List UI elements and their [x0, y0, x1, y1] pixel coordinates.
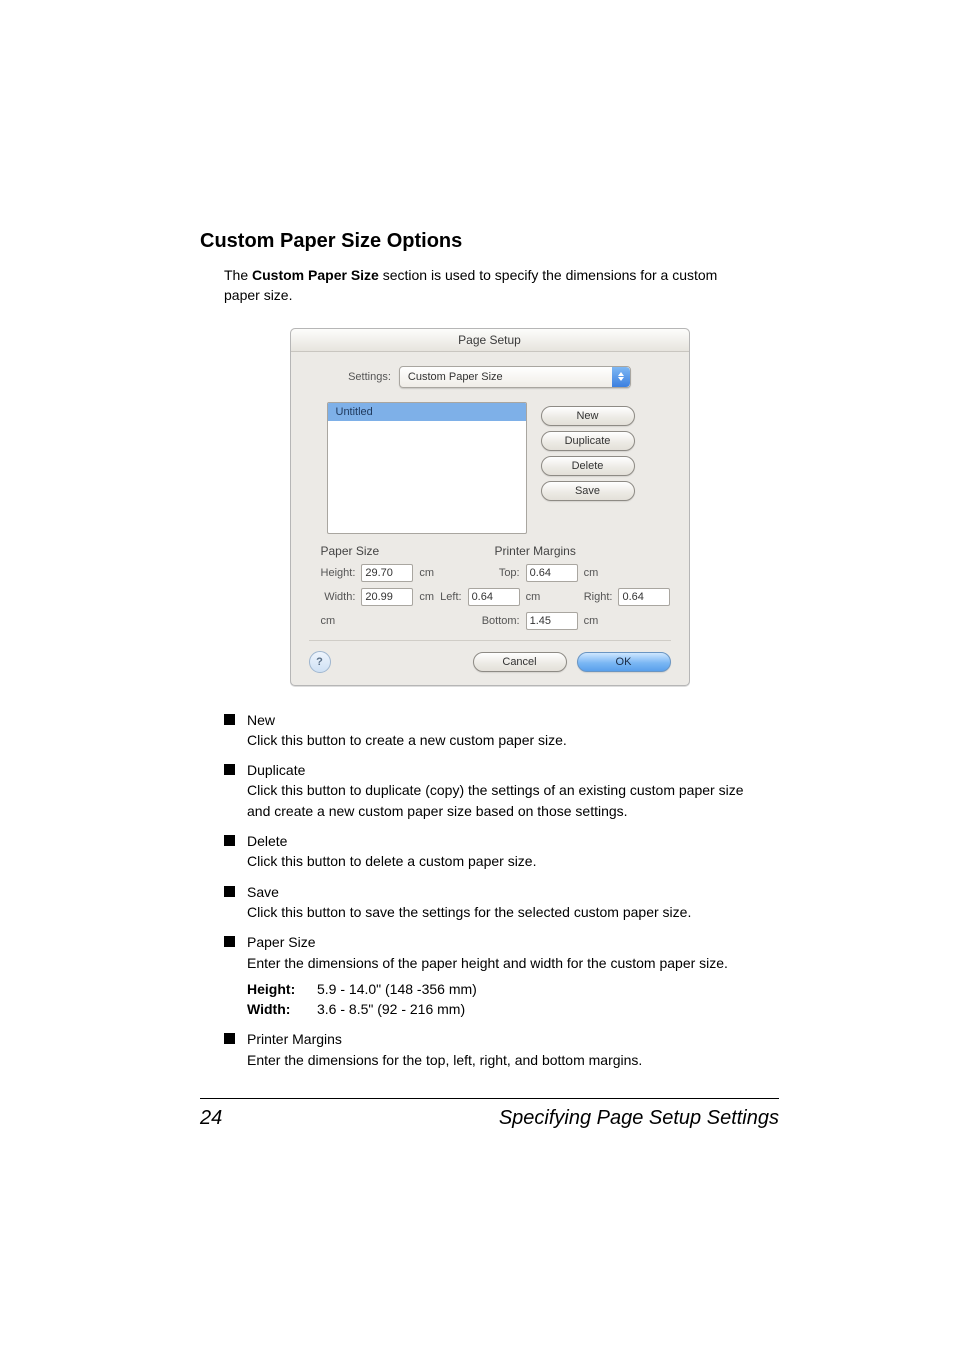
width-unit: cm — [419, 591, 434, 603]
separator — [309, 640, 671, 641]
chevron-up-icon — [618, 372, 624, 376]
ok-button[interactable]: OK — [577, 652, 671, 672]
page-footer: 24 Specifying Page Setup Settings — [200, 1107, 779, 1130]
colon: : — [286, 1001, 291, 1017]
bullet-desc: Click this button to duplicate (copy) th… — [247, 782, 743, 818]
square-bullet-icon — [224, 886, 235, 897]
top-label: Top: — [468, 567, 520, 579]
intro-bold: Custom Paper Size — [252, 267, 379, 283]
square-bullet-icon — [224, 714, 235, 725]
square-bullet-icon — [224, 764, 235, 775]
help-button[interactable]: ? — [309, 651, 331, 673]
width-range: 3.6 - 8.5" (92 - 216 mm) — [317, 999, 465, 1019]
width-key: Width — [247, 1001, 286, 1017]
popup-arrows-icon — [612, 367, 630, 387]
size-listbox[interactable]: Untitled — [327, 402, 527, 534]
bullet-desc: Click this button to delete a custom pap… — [247, 853, 536, 869]
settings-row: Settings: Custom Paper Size — [309, 366, 671, 388]
square-bullet-icon — [224, 936, 235, 947]
dimension-fields: Height: 29.70 cm Top: 0.64 cm Width: 20.… — [321, 564, 671, 630]
bullet-title: Delete — [247, 831, 744, 851]
bullet-title: New — [247, 710, 744, 730]
bullet-desc: Enter the dimensions of the paper height… — [247, 955, 728, 971]
bullet-desc: Click this button to create a new custom… — [247, 732, 567, 748]
bullet-title: Duplicate — [247, 760, 744, 780]
page-number: 24 — [200, 1107, 222, 1130]
bullet-printer-margins: Printer Margins Enter the dimensions for… — [224, 1029, 744, 1070]
paper-size-header: Paper Size — [321, 544, 471, 558]
list-item[interactable]: Untitled — [328, 403, 526, 421]
window-titlebar: Page Setup — [291, 329, 689, 352]
footer-section-title: Specifying Page Setup Settings — [499, 1107, 779, 1130]
bullet-title: Printer Margins — [247, 1029, 744, 1049]
bullet-desc: Enter the dimensions for the top, left, … — [247, 1052, 642, 1068]
duplicate-button[interactable]: Duplicate — [541, 431, 635, 451]
top-input[interactable]: 0.64 — [526, 564, 578, 582]
left-unit: cm — [526, 591, 578, 603]
page-setup-window: Page Setup Settings: Custom Paper Size U… — [290, 328, 690, 686]
cancel-button[interactable]: Cancel — [473, 652, 567, 672]
height-input[interactable]: 29.70 — [361, 564, 413, 582]
custom-size-area: Untitled New Duplicate Delete Save — [327, 402, 671, 534]
page-setup-dialog-screenshot: Page Setup Settings: Custom Paper Size U… — [290, 328, 690, 686]
height-label: Height: — [321, 567, 356, 579]
dimension-specs: Height: 5.9 - 14.0" (148 -356 mm) Width:… — [247, 979, 744, 1020]
new-button[interactable]: New — [541, 406, 635, 426]
column-headers: Paper Size Printer Margins — [321, 544, 671, 558]
bullet-paper-size: Paper Size Enter the dimensions of the p… — [224, 932, 744, 1019]
printer-margins-header: Printer Margins — [495, 544, 576, 558]
delete-button[interactable]: Delete — [541, 456, 635, 476]
bullet-new: New Click this button to create a new cu… — [224, 710, 744, 751]
height-key: Height — [247, 981, 291, 997]
bullet-list: New Click this button to create a new cu… — [224, 710, 744, 1070]
square-bullet-icon — [224, 1033, 235, 1044]
dialog-footer: ? Cancel OK — [309, 651, 671, 673]
section-heading: Custom Paper Size Options — [200, 230, 779, 253]
footer-buttons: Cancel OK — [473, 652, 671, 672]
bullet-delete: Delete Click this button to delete a cus… — [224, 831, 744, 872]
page: Custom Paper Size Options The Custom Pap… — [0, 0, 954, 1351]
height-range: 5.9 - 14.0" (148 -356 mm) — [317, 979, 477, 999]
save-button[interactable]: Save — [541, 481, 635, 501]
width-label: Width: — [321, 591, 356, 603]
chevron-down-icon — [618, 377, 624, 381]
bottom-label: Bottom: — [468, 615, 520, 627]
bottom-input[interactable]: 1.45 — [526, 612, 578, 630]
colon: : — [291, 981, 296, 997]
right-unit: cm — [321, 615, 356, 627]
intro-paragraph: The Custom Paper Size section is used to… — [224, 265, 734, 306]
intro-text-prefix: The — [224, 267, 252, 283]
width-input[interactable]: 20.99 — [361, 588, 413, 606]
square-bullet-icon — [224, 835, 235, 846]
right-input[interactable]: 0.64 — [618, 588, 670, 606]
bullet-duplicate: Duplicate Click this button to duplicate… — [224, 760, 744, 821]
settings-popup-value: Custom Paper Size — [408, 371, 503, 383]
list-button-column: New Duplicate Delete Save — [541, 402, 635, 501]
window-body: Settings: Custom Paper Size Untitled — [291, 352, 689, 685]
bullet-save: Save Click this button to save the setti… — [224, 882, 744, 923]
right-label: Right: — [584, 591, 613, 603]
left-label: Left: — [440, 591, 461, 603]
bullet-title: Save — [247, 882, 744, 902]
bullet-title: Paper Size — [247, 932, 744, 952]
top-unit: cm — [584, 567, 613, 579]
bullet-desc: Click this button to save the settings f… — [247, 904, 691, 920]
left-input[interactable]: 0.64 — [468, 588, 520, 606]
height-unit: cm — [419, 567, 434, 579]
settings-label: Settings: — [348, 371, 391, 383]
footer-rule — [200, 1098, 779, 1099]
settings-popup[interactable]: Custom Paper Size — [399, 366, 631, 388]
bottom-unit: cm — [584, 615, 613, 627]
